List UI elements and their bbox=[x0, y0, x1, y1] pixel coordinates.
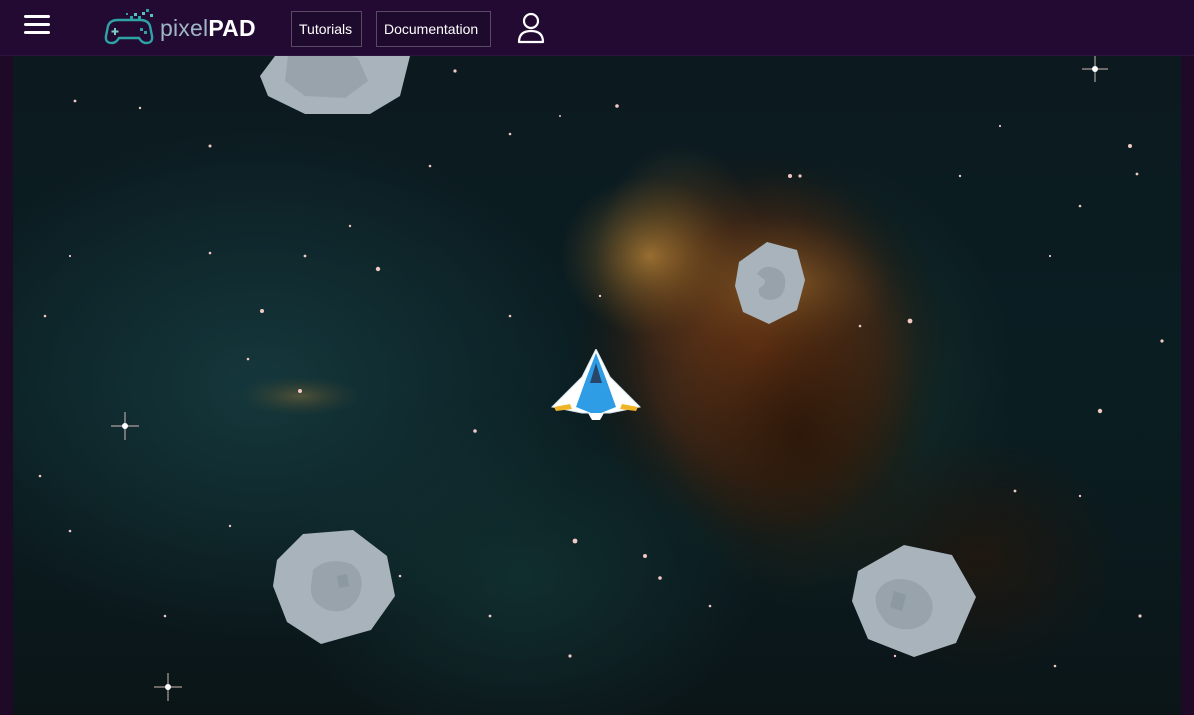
game-frame-right-edge bbox=[1181, 56, 1194, 715]
top-navigation-bar: pixelPAD Tutorials Documentation bbox=[0, 0, 1194, 56]
asteroid-sprite bbox=[735, 242, 805, 324]
tutorials-button[interactable]: Tutorials bbox=[291, 11, 362, 47]
menu-bar-line bbox=[24, 15, 50, 18]
asteroid-sprite bbox=[273, 530, 395, 644]
menu-bar-line bbox=[24, 23, 50, 26]
asteroid-sprite bbox=[852, 545, 976, 657]
logo-text: pixelPAD bbox=[160, 15, 256, 42]
hamburger-menu-icon[interactable] bbox=[24, 12, 54, 42]
logo-text-bold: PAD bbox=[208, 14, 256, 41]
spaceship-sprite bbox=[550, 349, 642, 420]
menu-bar-line bbox=[24, 31, 50, 34]
game-canvas[interactable] bbox=[0, 56, 1194, 715]
user-icon-graphic bbox=[517, 12, 545, 44]
gamepad-pixel-icon bbox=[104, 9, 154, 45]
logo-text-light: pixel bbox=[160, 14, 209, 41]
asteroid-sprite bbox=[260, 56, 410, 114]
user-account-icon[interactable] bbox=[516, 12, 546, 44]
game-frame-left-edge bbox=[0, 56, 13, 715]
documentation-button[interactable]: Documentation bbox=[376, 11, 491, 47]
pixelpad-logo[interactable]: pixelPAD bbox=[100, 8, 256, 48]
